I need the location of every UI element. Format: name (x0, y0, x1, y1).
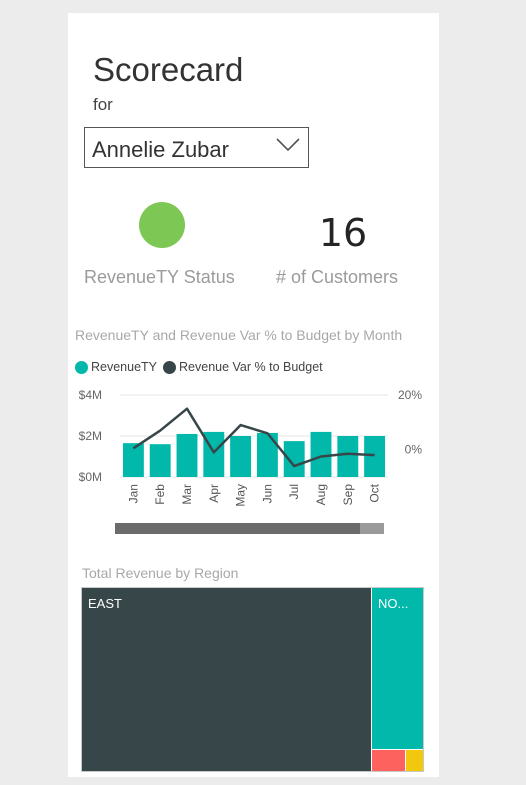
x-tick: Mar (180, 484, 194, 505)
x-tick: May (234, 484, 248, 507)
legend-label: RevenueTY (91, 360, 158, 374)
x-tick: Jul (287, 484, 301, 499)
x-tick: Aug (314, 484, 328, 505)
bar-jun (256, 432, 278, 477)
x-tick: Sep (341, 484, 355, 506)
chart-scrollbar-thumb (115, 523, 384, 534)
legend-item-revenuety[interactable]: RevenueTY (75, 360, 157, 374)
treemap-tile-red[interactable] (372, 750, 405, 771)
bar-mar (176, 433, 198, 477)
customers-label: # of Customers (276, 267, 399, 287)
y-tick-left: $4M (79, 388, 102, 402)
treemap-tile-east[interactable]: EAST (82, 588, 371, 771)
chevron-down-icon (276, 138, 300, 152)
bar-may (230, 436, 252, 477)
bar-oct (364, 436, 386, 477)
treemap-tile-north[interactable]: NO... (372, 588, 423, 749)
scorecard-page: Scorecard for Annelie Zubar RevenueTY St… (68, 13, 439, 777)
legend-item-revenue-var[interactable]: Revenue Var % to Budget (163, 360, 323, 374)
bar-sep (337, 436, 359, 477)
status-label: RevenueTY Status (84, 267, 235, 287)
legend-dot (75, 360, 88, 374)
y-tick-left: $2M (79, 429, 102, 443)
page-subtitle: for (93, 95, 113, 114)
page-title: Scorecard (93, 51, 244, 88)
bar-aug (310, 431, 332, 477)
x-tick: Jan (126, 484, 140, 503)
treemap-title: Total Revenue by Region (82, 565, 239, 581)
treemap-tile-yellow[interactable] (406, 750, 423, 771)
y-tick-left: $0M (79, 470, 102, 484)
x-tick: Jun (260, 484, 274, 503)
chart-scrollbar-handle (360, 523, 384, 534)
legend-dot (163, 360, 177, 374)
selected-person: Annelie Zubar (92, 137, 229, 162)
chart-legend: RevenueTY Revenue Var % to Budget (75, 360, 329, 374)
tile-label: EAST (88, 596, 122, 611)
customers-count: 16 (318, 211, 368, 255)
x-tick: Oct (368, 483, 382, 502)
x-tick: Apr (207, 484, 221, 503)
region-treemap: EAST NO... (81, 587, 424, 772)
status-indicator (139, 202, 185, 248)
y-tick-right: 0% (405, 443, 423, 457)
person-dropdown[interactable]: Annelie Zubar (84, 127, 309, 168)
combo-chart: $4M $2M $0M 20% 0% Jan Feb Mar Apr May Jun Jul Aug Se… (79, 388, 423, 534)
tile-label: NO... (378, 596, 409, 611)
y-tick-right: 20% (398, 388, 422, 402)
legend-label: Revenue Var % to Budget (179, 360, 323, 374)
chart-title: RevenueTY and Revenue Var % to Budget by… (75, 327, 403, 343)
x-tick: Feb (153, 484, 167, 505)
bar-feb (149, 444, 171, 477)
